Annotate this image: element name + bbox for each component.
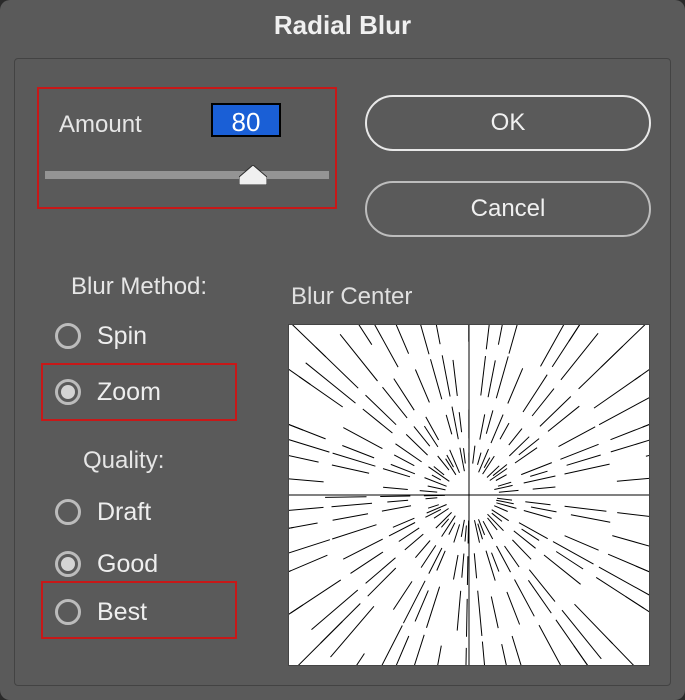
amount-input[interactable]: 80 bbox=[211, 103, 281, 137]
cancel-button[interactable]: Cancel bbox=[365, 181, 651, 237]
radio-icon bbox=[55, 551, 81, 577]
radio-zoom[interactable]: Zoom bbox=[55, 369, 161, 415]
dialog-title: Radial Blur bbox=[0, 0, 685, 52]
blur-center-label: Blur Center bbox=[291, 283, 412, 311]
amount-slider-thumb[interactable] bbox=[239, 165, 267, 185]
radio-icon bbox=[55, 599, 81, 625]
blur-method-label: Blur Method: bbox=[71, 273, 207, 301]
blur-center-preview[interactable] bbox=[289, 325, 649, 665]
amount-slider-track[interactable] bbox=[45, 171, 329, 179]
radio-draft[interactable]: Draft bbox=[55, 489, 151, 535]
ok-button[interactable]: OK bbox=[365, 95, 651, 151]
radial-blur-dialog: Radial Blur Amount 80 OK Cancel Blur Met… bbox=[0, 0, 685, 700]
radio-icon bbox=[55, 499, 81, 525]
dialog-body: Amount 80 OK Cancel Blur Method: Spin Zo… bbox=[14, 58, 671, 686]
radio-spin[interactable]: Spin bbox=[55, 313, 147, 359]
radio-label-zoom: Zoom bbox=[97, 378, 161, 407]
radio-icon bbox=[55, 323, 81, 349]
radio-icon bbox=[55, 379, 81, 405]
radio-label-draft: Draft bbox=[97, 498, 151, 527]
amount-label: Amount bbox=[59, 111, 142, 139]
radio-best[interactable]: Best bbox=[55, 589, 147, 635]
radio-label-spin: Spin bbox=[97, 322, 147, 351]
amount-highlight-box: Amount 80 bbox=[37, 87, 337, 209]
radio-label-good: Good bbox=[97, 550, 158, 579]
quality-label: Quality: bbox=[83, 447, 164, 475]
radio-label-best: Best bbox=[97, 598, 147, 627]
